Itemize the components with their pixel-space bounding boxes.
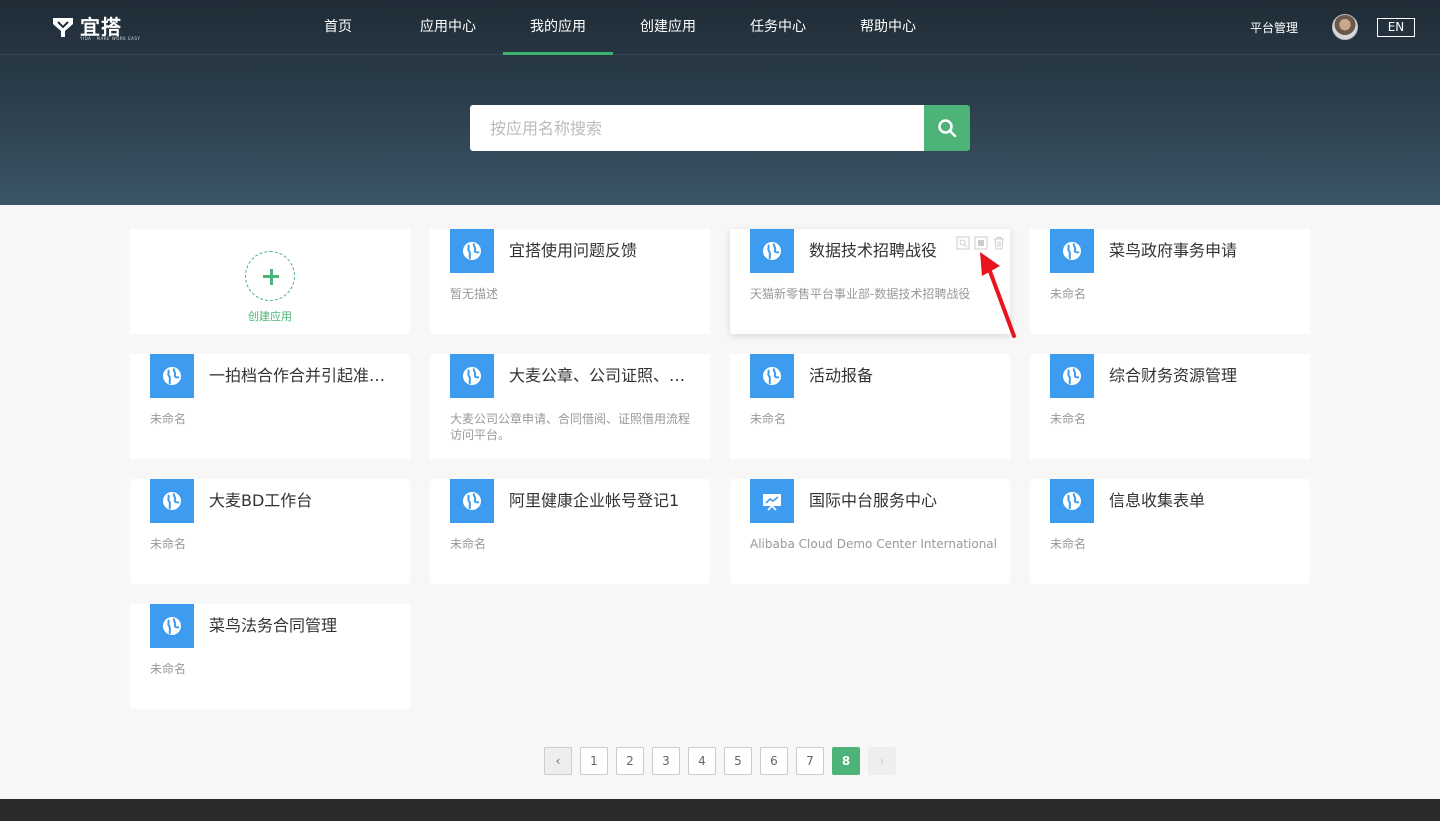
- app-card[interactable]: 一拍档合作合并引起准… 未命名: [130, 354, 410, 459]
- app-description: 未命名: [1050, 412, 1087, 426]
- app-icon: [150, 354, 194, 398]
- app-card[interactable]: 活动报备未命名: [730, 354, 1010, 459]
- app-card[interactable]: 数据技术招聘战役 天猫新零售平台事业部-数据技术招聘战役: [730, 229, 1010, 334]
- globe-icon: [463, 367, 481, 385]
- page-header: 宜搭 YIDA · MAKE WORK EASY 首页 应用中心 我的应用 创建应用任…: [0, 0, 1440, 205]
- preview-icon[interactable]: [956, 235, 970, 250]
- app-icon: [1050, 479, 1094, 523]
- app-title: 信息收集表单: [1109, 491, 1206, 510]
- app-icon: [450, 354, 494, 398]
- app-card[interactable]: 大麦BD工作台未命名: [130, 479, 410, 584]
- app-description: 未命名: [1050, 537, 1087, 551]
- nav-item-4[interactable]: 任务中心: [723, 0, 833, 55]
- page-button[interactable]: 6: [760, 747, 788, 775]
- globe-icon: [763, 367, 781, 385]
- globe-icon: [1063, 367, 1081, 385]
- globe-icon: [1063, 492, 1081, 510]
- delete-icon[interactable]: [992, 235, 1006, 250]
- prev-page-button[interactable]: ‹: [544, 747, 572, 775]
- app-icon: [450, 229, 494, 273]
- app-description: 天猫新零售平台事业部-数据技术招聘战役: [750, 287, 971, 301]
- app-title: 大麦BD工作台: [209, 491, 313, 510]
- app-card[interactable]: 菜鸟法务合同管理未命名: [130, 604, 410, 709]
- app-description: 暂无描述: [450, 287, 499, 301]
- main-nav: 首页 应用中心 我的应用 创建应用 任务中心 帮助中心: [283, 0, 943, 55]
- search-button[interactable]: [924, 105, 970, 151]
- app-title: 综合财务资源管理: [1109, 366, 1238, 385]
- app-description: 未命名: [450, 537, 487, 551]
- brand-name: 宜搭: [80, 15, 122, 39]
- app-icon: [450, 479, 494, 523]
- app-icon: [1050, 229, 1094, 273]
- app-icon: [150, 604, 194, 648]
- avatar[interactable]: [1332, 14, 1358, 40]
- app-title: 菜鸟法务合同管理: [209, 616, 338, 635]
- page-button[interactable]: 8: [832, 747, 860, 775]
- page-button[interactable]: 4: [688, 747, 716, 775]
- brand-subtitle: YIDA · MAKE WORK EASY: [80, 36, 141, 41]
- page-button[interactable]: 1: [580, 747, 608, 775]
- app-card[interactable]: 大麦公章、公司证照、… 大麦公司公章申请、合同借阅、证照借用流程访问平台。: [430, 354, 710, 459]
- page-button[interactable]: 7: [796, 747, 824, 775]
- globe-icon: [1063, 242, 1081, 260]
- app-card[interactable]: 信息收集表单未命名: [1030, 479, 1310, 584]
- app-card[interactable]: 菜鸟政府事务申请未命名: [1030, 229, 1310, 334]
- page-button[interactable]: 5: [724, 747, 752, 775]
- card-actions: [956, 235, 1006, 250]
- app-card[interactable]: 阿里健康企业帐号登记1 未命名: [430, 479, 710, 584]
- nav-item-3[interactable]: 创建应用: [613, 0, 723, 55]
- app-icon: [750, 354, 794, 398]
- plus-icon: [245, 251, 295, 301]
- app-icon: [750, 229, 794, 273]
- app-title: 国际中台服务中心: [809, 491, 938, 510]
- create-app-label: 创建应用: [248, 310, 292, 323]
- app-card[interactable]: 宜搭使用问题反馈暂无描述: [430, 229, 710, 334]
- app-description: 未命名: [1050, 287, 1087, 301]
- app-title: 阿里健康企业帐号登记1: [509, 491, 680, 510]
- globe-icon: [763, 242, 781, 260]
- nav-item-2[interactable]: 我的应用: [503, 0, 613, 55]
- app-card[interactable]: 国际中台服务中心 Alibaba Cloud Demo Center Intern…: [730, 479, 1010, 584]
- yida-logo-icon: [53, 18, 73, 37]
- app-description: 未命名: [150, 662, 187, 676]
- app-icon: [750, 479, 794, 523]
- page-footer: [0, 799, 1440, 821]
- app-icon: [150, 479, 194, 523]
- app-icon: [1050, 354, 1094, 398]
- app-description: 大麦公司公章申请、合同借阅、证照借用流程访问平台。: [450, 412, 691, 442]
- search-input[interactable]: [470, 105, 924, 151]
- nav-item-5[interactable]: 帮助中心: [833, 0, 943, 55]
- globe-icon: [163, 617, 181, 635]
- app-description: 未命名: [150, 412, 187, 426]
- app-title: 宜搭使用问题反馈: [509, 241, 638, 260]
- app-title: 大麦公章、公司证照、…: [509, 366, 686, 385]
- nav-item-0[interactable]: 首页: [283, 0, 393, 55]
- globe-icon: [463, 492, 481, 510]
- globe-icon: [163, 492, 181, 510]
- nav-item-1[interactable]: 应用中心: [393, 0, 503, 55]
- presentation-icon: [763, 494, 781, 511]
- next-page-button[interactable]: ›: [868, 747, 896, 775]
- pagination: ‹ 1 2 3 4 5 6 7 8 ›: [544, 747, 896, 775]
- platform-admin-link[interactable]: 平台管理: [1250, 19, 1298, 36]
- search-icon: [938, 119, 957, 138]
- app-description: 未命名: [150, 537, 187, 551]
- annotation-arrow: [980, 252, 1016, 338]
- app-description: 未命名: [750, 412, 787, 426]
- app-title: 菜鸟政府事务申请: [1109, 241, 1238, 260]
- app-title: 活动报备: [809, 366, 874, 385]
- page-button[interactable]: 2: [616, 747, 644, 775]
- edit-icon[interactable]: [974, 235, 988, 250]
- globe-icon: [163, 367, 181, 385]
- app-card[interactable]: 综合财务资源管理未命名: [1030, 354, 1310, 459]
- app-search: [470, 105, 970, 151]
- app-description: Alibaba Cloud Demo Center International: [750, 537, 997, 551]
- brand-logo[interactable]: 宜搭 YIDA · MAKE WORK EASY: [52, 14, 140, 41]
- top-navbar: 宜搭 YIDA · MAKE WORK EASY 首页 应用中心 我的应用 创建应用任…: [0, 0, 1440, 55]
- language-switch-button[interactable]: EN: [1377, 18, 1415, 37]
- globe-icon: [463, 242, 481, 260]
- create-app-card[interactable]: 创建应用: [130, 229, 410, 334]
- page-button[interactable]: 3: [652, 747, 680, 775]
- app-title: 一拍档合作合并引起准…: [209, 366, 386, 385]
